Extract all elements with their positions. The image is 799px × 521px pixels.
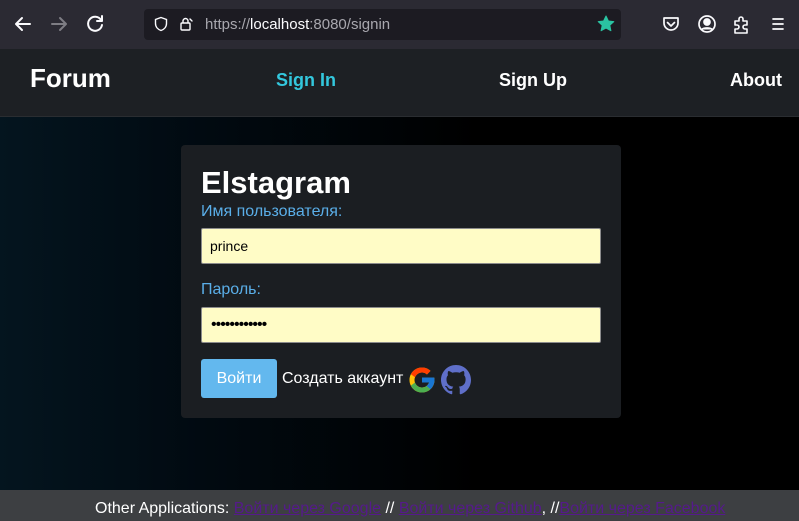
account-icon[interactable] [696,13,718,35]
back-arrow-icon[interactable] [11,12,35,36]
password-label: Пароль: [201,281,261,298]
register-link[interactable]: Создать аккаунт [282,370,403,388]
forward-arrow-icon[interactable] [47,12,71,36]
browser-toolbar: https://localhost:8080/signin [0,0,799,49]
menu-icon[interactable] [767,13,789,35]
username-input[interactable] [201,228,601,264]
reload-icon[interactable] [83,12,107,36]
footer-facebook-link[interactable]: Войти через Facebook [559,500,725,517]
main-content: Elstagram Имя пользователя: Пароль: ••••… [0,117,799,490]
site-header: Forum Sign In Sign Up About [0,49,799,117]
footer-google-link[interactable]: Войти через Google [234,500,381,517]
nav-about[interactable]: About [730,70,782,91]
login-title: Elstagram [201,165,351,200]
pocket-icon[interactable] [660,13,682,35]
extensions-icon[interactable] [731,13,753,35]
nav-sign-in[interactable]: Sign In [276,70,336,91]
footer-row: Other Applications: Войти через Google /… [95,500,725,518]
footer-github-link[interactable]: Войти через Github [399,500,542,517]
google-icon[interactable] [407,365,437,395]
login-button[interactable]: Войти [201,359,277,398]
password-mask: •••••••••••• [211,316,267,333]
footer-separator: , // [541,500,560,517]
login-card: Elstagram Имя пользователя: Пароль: ••••… [181,145,621,418]
address-bar[interactable]: https://localhost:8080/signin [144,9,621,40]
bookmark-star-icon[interactable] [597,15,615,33]
footer-prefix: Other Applications: [95,500,234,517]
github-icon[interactable] [441,365,471,395]
nav-sign-up[interactable]: Sign Up [499,70,567,91]
shield-icon[interactable] [153,16,169,32]
site-brand[interactable]: Forum [30,63,111,94]
url-text: https://localhost:8080/signin [205,16,391,33]
username-label: Имя пользователя: [201,203,343,220]
footer: Other Applications: Войти через Google /… [0,490,799,521]
lock-icon[interactable] [178,16,194,32]
password-input[interactable]: •••••••••••• [201,307,601,343]
footer-separator: // [381,500,399,517]
